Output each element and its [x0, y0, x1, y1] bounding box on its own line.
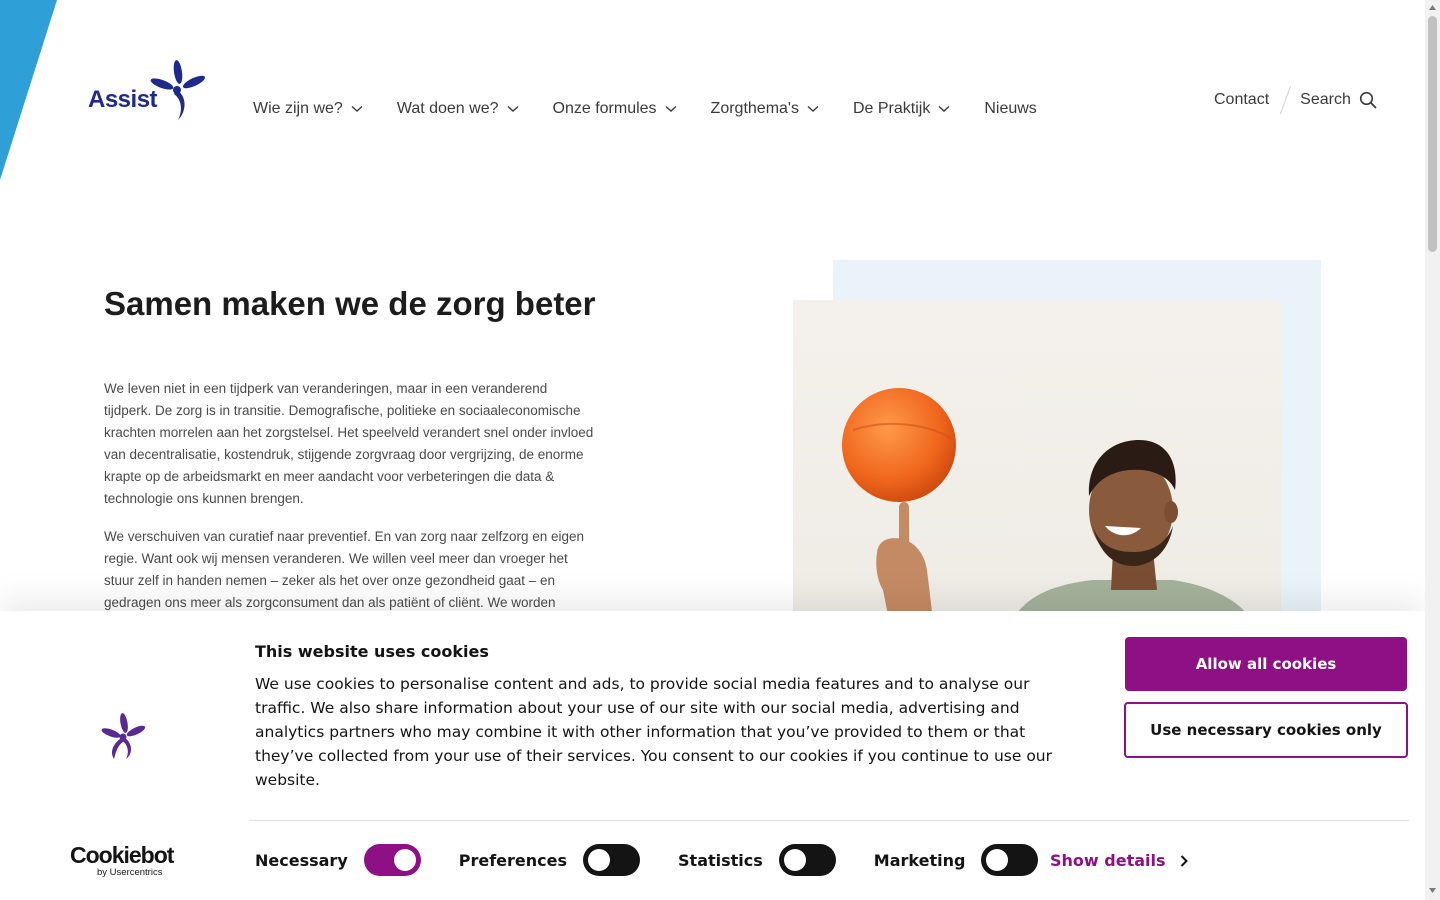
scroll-up-arrow-icon[interactable]	[1428, 3, 1437, 12]
cookie-category-toggles: Necessary Preferences Statistics Marketi…	[255, 843, 1076, 877]
page-title: Samen maken we de zorg beter	[104, 285, 596, 322]
contact-link[interactable]: Contact	[1214, 91, 1269, 109]
show-details-link[interactable]: Show details	[1050, 851, 1188, 870]
nav-item-label: Zorgthema's	[710, 100, 799, 117]
hero-body: We leven niet in een tijdperk van verand…	[104, 378, 596, 630]
toggle-knob	[783, 849, 806, 871]
cookie-consent-banner: This website uses cookies We use cookies…	[0, 611, 1425, 900]
page: Assist Wie zijn we? Wat doen we? Onze fo…	[0, 0, 1440, 900]
toggle-group-marketing: Marketing	[874, 844, 1039, 876]
basketball	[842, 388, 956, 502]
search-label: Search	[1300, 91, 1351, 108]
cookiebot-brand-logo[interactable]: Cookiebot by Usercentrics	[70, 843, 180, 883]
nav-item-label: Onze formules	[552, 100, 657, 117]
hero-illustration	[842, 388, 1251, 620]
nav-item-de-praktijk[interactable]: De Praktijk	[853, 98, 950, 120]
statistics-toggle[interactable]	[778, 844, 836, 876]
scrollbar-thumb[interactable]	[1428, 16, 1437, 252]
hero-paragraph: We leven niet in een tijdperk van verand…	[104, 381, 594, 506]
chevron-down-icon	[351, 105, 363, 112]
search-button[interactable]: Search	[1300, 91, 1377, 109]
toggle-label: Preferences	[458, 850, 568, 870]
nav-item-label: De Praktijk	[852, 100, 931, 117]
scroll-down-arrow-icon[interactable]	[1428, 886, 1437, 895]
nav-item-label: Wat doen we?	[396, 100, 499, 117]
toggle-group-statistics: Statistics	[678, 844, 836, 876]
chevron-down-icon	[938, 105, 950, 112]
show-details-label: Show details	[1050, 851, 1166, 870]
corner-stripe-decoration	[0, 0, 57, 180]
chevron-down-icon	[665, 105, 677, 112]
toggle-knob	[986, 849, 1009, 871]
toggle-label: Marketing	[873, 850, 966, 870]
use-necessary-cookies-button[interactable]: Use necessary cookies only	[1124, 702, 1408, 758]
toggle-knob	[393, 849, 416, 871]
nav-item-wat-doen-we[interactable]: Wat doen we?	[397, 98, 519, 120]
allow-all-cookies-button[interactable]: Allow all cookies	[1125, 637, 1407, 691]
chevron-down-icon	[507, 105, 518, 112]
nav-item-label: Wie zijn we?	[253, 100, 343, 117]
assist-logo-mark-icon	[150, 60, 206, 120]
cookie-banner-text: We use cookies to personalise content an…	[255, 675, 1052, 789]
page-scrollbar[interactable]	[1425, 0, 1440, 900]
cookiebot-brand-name: Cookiebot	[70, 842, 174, 868]
utility-navigation: Contact Search	[1214, 85, 1377, 115]
nav-item-wie-zijn-we[interactable]: Wie zijn we?	[253, 98, 363, 120]
toggle-label: Necessary	[255, 850, 348, 870]
hero-photo	[793, 300, 1281, 620]
assist-logo[interactable]: Assist	[88, 58, 208, 122]
preferences-toggle[interactable]	[583, 844, 641, 876]
toggle-group-necessary: Necessary	[255, 844, 421, 876]
marketing-toggle[interactable]	[981, 844, 1039, 876]
toggle-knob	[588, 849, 611, 871]
chevron-right-icon	[1180, 854, 1188, 867]
hero-paragraph: We verschuiven van curatief naar prevent…	[104, 529, 585, 610]
cookiebot-logo-icon	[101, 713, 146, 759]
nav-item-zorgthemas[interactable]: Zorgthema's	[711, 98, 819, 120]
nav-item-onze-formules[interactable]: Onze formules	[553, 98, 677, 120]
nav-item-nieuws[interactable]: Nieuws	[984, 98, 1036, 120]
cookie-banner-title: This website uses cookies	[255, 642, 489, 661]
main-navigation: Wie zijn we? Wat doen we? Onze formules …	[253, 98, 1071, 120]
cookiebot-brand-sub: by Usercentrics	[97, 867, 163, 878]
toggle-label: Statistics	[678, 850, 763, 870]
utility-divider	[1280, 85, 1292, 115]
toggle-group-preferences: Preferences	[458, 844, 641, 876]
nav-item-label: Nieuws	[984, 100, 1037, 117]
necessary-toggle[interactable]	[363, 844, 421, 876]
search-icon	[1359, 91, 1377, 109]
cookie-banner-divider	[249, 820, 1409, 821]
chevron-down-icon	[807, 105, 819, 112]
